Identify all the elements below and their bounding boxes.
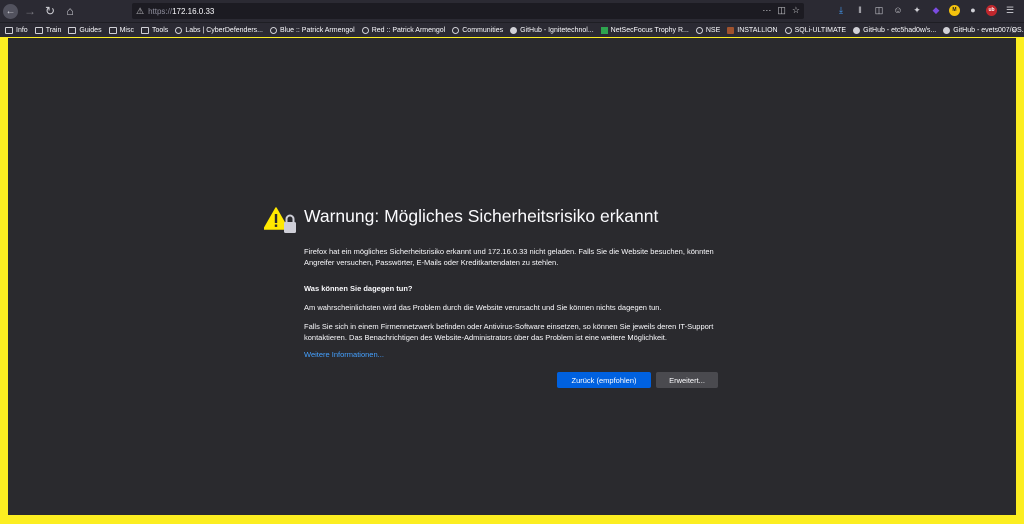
error-title: Warnung: Mögliches Sicherheitsrisiko erk… (304, 206, 659, 226)
bookmark-item[interactable]: Tools (140, 26, 169, 34)
url-text[interactable]: https://172.16.0.33 (148, 7, 214, 16)
bookmark-item[interactable]: Blue :: Patrick Armengol (270, 26, 355, 34)
bookmark-label: Blue :: Patrick Armengol (280, 26, 355, 34)
address-bar[interactable]: ⚠ https://172.16.0.33 ⋯ ◫ ☆ (132, 3, 804, 19)
explanation-paragraph: Am wahrscheinlichsten wird das Problem d… (304, 303, 662, 312)
bookmark-star-icon[interactable]: ☆ (792, 5, 800, 16)
installion-icon (727, 26, 735, 34)
go-back-button[interactable]: Zurück (empfohlen) (557, 372, 651, 388)
globe-icon (175, 26, 183, 34)
reload-button[interactable]: ↻ (42, 3, 58, 19)
page-actions-icon[interactable]: ⋯ (762, 5, 771, 16)
downloads-icon[interactable]: ⤓ (835, 4, 847, 16)
netsecfocus-icon (600, 26, 608, 34)
bookmark-label: Red :: Patrick Armengol (371, 26, 446, 34)
warning-lock-icon (264, 207, 296, 233)
insecure-lock-icon[interactable]: ⚠ (136, 6, 144, 17)
bookmark-label: Tools (151, 26, 169, 34)
bookmark-item[interactable]: NSE (695, 26, 721, 34)
globe-icon (361, 26, 369, 34)
folder-icon (140, 26, 149, 34)
ublock-icon[interactable]: ub (986, 4, 997, 16)
account-icon[interactable]: ☺ (892, 4, 904, 16)
sidebar-icon[interactable]: ◫ (873, 4, 885, 16)
bookmark-item[interactable]: SQLi-ULTIMATE (784, 26, 847, 34)
github-icon (853, 26, 861, 34)
error-intro: Firefox hat ein mögliches Sicherheitsris… (304, 247, 714, 267)
bookmark-label: Communities (462, 26, 504, 34)
bookmarks-toolbar: Info Train Guides Misc Tools Labs | CyberDefe… (0, 22, 1024, 37)
extension-purple-icon[interactable]: ◆ (930, 4, 942, 16)
learn-more-link[interactable]: Weitere Informationen... (304, 350, 384, 359)
bookmark-item[interactable]: GitHub - etc5had0w/s... (853, 26, 937, 34)
bookmark-item[interactable]: Train (34, 26, 62, 34)
extension-yellow-icon[interactable]: M (949, 4, 960, 16)
bookmark-label: NSE (705, 26, 721, 34)
menu-icon[interactable]: ☰ (1004, 4, 1016, 16)
folder-icon (34, 26, 43, 34)
bookmark-label: NetSecFocus Trophy R... (610, 26, 689, 34)
bookmark-label: GitHub - Ignitetechnol... (520, 26, 594, 34)
bookmark-item[interactable]: Communities (452, 26, 504, 34)
bookmarks-overflow-icon[interactable]: » (1012, 25, 1017, 35)
bookmark-item[interactable]: INSTALLION (727, 26, 778, 34)
folder-icon (68, 26, 77, 34)
globe-icon (695, 26, 703, 34)
globe-icon (452, 26, 460, 34)
bookmark-label: SQLi-ULTIMATE (794, 26, 847, 34)
home-button[interactable]: ⌂ (62, 3, 78, 19)
bookmark-label: Guides (79, 26, 102, 34)
forward-button[interactable]: → (22, 3, 38, 19)
library-icon[interactable]: ‖ (854, 4, 866, 16)
bookmark-label: GitHub - etc5had0w/s... (863, 26, 937, 34)
what-can-you-do-heading: Was können Sie dagegen tun? (304, 284, 413, 293)
advanced-button[interactable]: Erweitert... (656, 372, 718, 388)
github-icon (510, 26, 518, 34)
globe-icon (784, 26, 792, 34)
error-page: Warnung: Mögliches Sicherheitsrisiko erk… (8, 38, 1016, 515)
bookmark-item[interactable]: Info (5, 26, 28, 34)
bookmark-label: Train (45, 26, 62, 34)
bookmark-label: Info (16, 26, 28, 34)
bookmark-item[interactable]: Labs | CyberDefenders... (175, 26, 264, 34)
folder-icon (108, 26, 117, 34)
back-button[interactable]: ← (3, 3, 18, 19)
github-icon (943, 26, 951, 34)
extensions-icon[interactable]: ✦ (911, 4, 923, 16)
bookmark-item[interactable]: Misc (108, 26, 134, 34)
browser-toolbar: ← → ↻ ⌂ ⚠ https://172.16.0.33 ⋯ ◫ ☆ ⤓ ‖ … (0, 0, 1024, 22)
pocket-icon[interactable]: ◫ (777, 5, 786, 16)
bookmark-label: INSTALLION (737, 26, 778, 34)
bookmark-item[interactable]: Guides (68, 26, 102, 34)
bookmark-item[interactable]: GitHub - Ignitetechnol... (510, 26, 594, 34)
bookmark-item[interactable]: Red :: Patrick Armengol (361, 26, 446, 34)
extension-dark-icon[interactable]: ● (967, 4, 979, 16)
bookmark-label: Misc (119, 26, 134, 34)
support-paragraph: Falls Sie sich in einem Firmennetzwerk b… (304, 322, 714, 342)
folder-icon (5, 26, 13, 34)
bookmark-label: Labs | CyberDefenders... (185, 26, 264, 34)
globe-icon (270, 26, 278, 34)
bookmark-item[interactable]: NetSecFocus Trophy R... (600, 26, 689, 34)
